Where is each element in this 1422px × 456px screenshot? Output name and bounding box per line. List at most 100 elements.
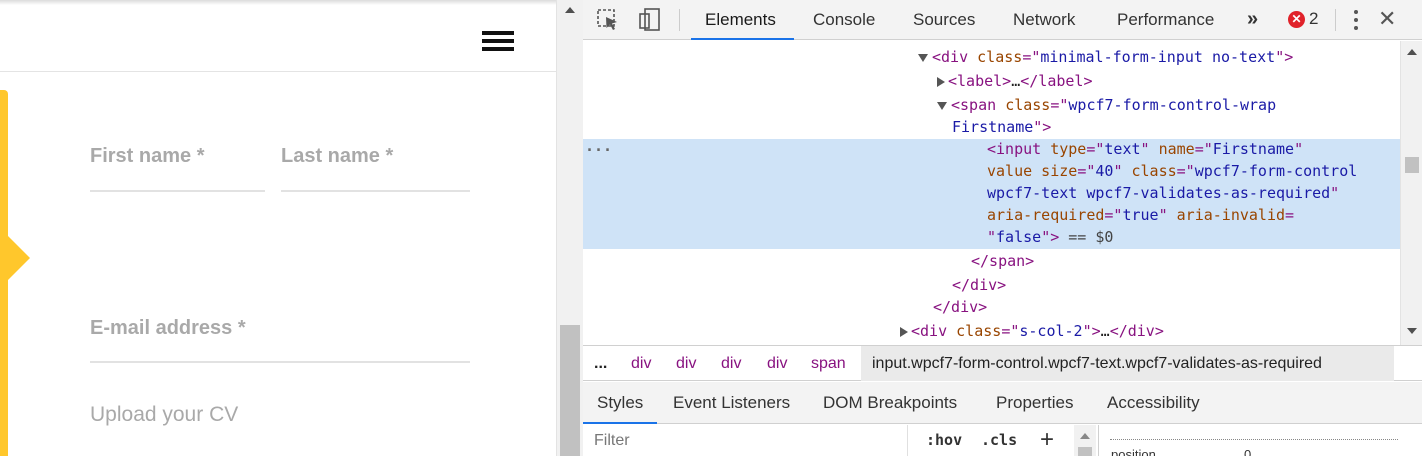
upload-cv-label[interactable]: Upload your CV [90,403,238,427]
tab-styles[interactable]: Styles [582,382,658,424]
dom-node-line[interactable]: <div class="minimal-form-input no-text"> [583,46,1400,68]
dom-token: aria-invalid [1176,206,1286,224]
dom-tree-scroll-thumb[interactable] [1405,157,1419,173]
breadcrumb-item[interactable]: div [721,346,741,381]
dom-token: Firstname [952,118,1034,136]
devtools-panel: Elements Console Sources Network Perform… [582,0,1422,456]
dom-node-line[interactable]: wpcf7-text wpcf7-validates-as-required" [583,182,1400,204]
scroll-down-arrow-icon[interactable] [1407,328,1417,334]
dom-token: 40 [1095,162,1114,180]
dom-node-line[interactable]: value size="40" class="wpcf7-form-contro… [583,160,1400,182]
tab-dom-breakpoints[interactable]: DOM Breakpoints [823,382,957,424]
hamburger-menu-icon[interactable] [482,27,514,53]
scroll-up-arrow-icon[interactable] [1080,433,1090,439]
dom-token: minimal-form-input no-text [1040,48,1276,66]
dom-token: =" [1022,48,1041,66]
dom-token: =" [1050,96,1069,114]
dom-token: " [1140,140,1159,158]
dom-node-line[interactable]: <span class="wpcf7-form-control-wrap [583,94,1400,116]
dom-token: class [1005,96,1051,114]
dom-node-line[interactable]: Firstname"> [583,116,1400,138]
dom-token: wpcf7-form-control [1194,162,1358,180]
tab-properties[interactable]: Properties [996,382,1073,424]
accent-bar [0,90,8,456]
styles-scroll-thumb[interactable] [1078,447,1092,456]
inspect-element-icon[interactable] [597,8,619,32]
cls-button[interactable]: .cls [981,431,1017,449]
devtools-toolbar: Elements Console Sources Network Perform… [583,0,1422,40]
page-scrollbar[interactable] [556,0,583,456]
breadcrumb-item[interactable]: div [676,346,696,381]
tab-elements[interactable]: Elements [691,0,794,40]
dom-token: =" [1194,140,1213,158]
dom-token: "> [1275,48,1294,66]
styles-filter-input[interactable] [583,425,908,456]
device-toolbar-icon[interactable] [639,8,661,32]
dom-token: "> [1033,118,1052,136]
dom-token: " [1294,140,1304,158]
collapse-triangle-icon[interactable] [918,53,928,62]
accent-arrow [8,236,30,280]
box-model-pane: position 0 [1098,425,1422,456]
dom-token: class [1131,162,1177,180]
dom-tree[interactable]: ··· <div class="minimal-form-input no-te… [583,41,1400,345]
page-header [0,5,556,72]
more-options-icon[interactable] [1353,9,1359,31]
breadcrumb-item[interactable]: span [811,346,846,381]
breadcrumb-selected[interactable]: input.wpcf7-form-control.wpcf7-text.wpcf… [861,346,1394,381]
dom-token: =" [1086,140,1105,158]
dom-token: <label> [948,72,1012,90]
dom-node-line[interactable]: </div> [583,274,1400,296]
breadcrumb-item[interactable]: div [767,346,787,381]
expand-triangle-icon[interactable] [937,76,945,87]
tab-network[interactable]: Network [1013,0,1075,40]
dom-token: == $0 [1059,228,1114,246]
dom-token: =" [1104,206,1123,224]
error-icon[interactable]: ✕ [1288,11,1305,28]
breadcrumb-more[interactable]: ... [594,346,607,381]
dom-tree-scrollbar[interactable] [1400,41,1422,345]
scroll-up-arrow-icon[interactable] [565,7,575,13]
dom-token: <span [951,96,1006,114]
close-icon[interactable]: ✕ [1378,6,1396,32]
dom-node-line[interactable]: <label>…</label> [583,70,1400,92]
page-scroll-thumb[interactable] [560,325,580,456]
dom-token: " [1158,206,1177,224]
toolbar-divider [1335,9,1336,31]
tab-sources[interactable]: Sources [913,0,975,40]
dom-token: value size [987,162,1078,180]
dom-node-line[interactable]: <div class="s-col-2">…</div> [583,320,1400,342]
dom-node-line[interactable]: aria-required="true" aria-invalid= [583,204,1400,226]
dom-token: text [1104,140,1141,158]
tab-performance[interactable]: Performance [1117,0,1214,40]
dom-token: </div> [952,276,1007,294]
dom-node-line[interactable]: <input type="text" name="Firstname" [583,138,1400,160]
last-name-field[interactable]: Last name * [281,140,470,192]
collapse-triangle-icon[interactable] [937,101,947,110]
dom-token: </label> [1020,72,1093,90]
dom-node-line[interactable]: </div> [583,296,1400,318]
first-name-field[interactable]: First name * [90,140,265,192]
dom-token: "> [1082,322,1101,340]
tab-console[interactable]: Console [813,0,875,40]
breadcrumb-item[interactable]: div [631,346,651,381]
dom-node-line[interactable]: "false"> == $0 [583,226,1400,248]
dom-node-line[interactable]: </span> [583,250,1400,272]
dom-token: =" [1176,162,1195,180]
tab-event-listeners[interactable]: Event Listeners [673,382,790,424]
dom-token: <div [932,48,978,66]
tab-accessibility[interactable]: Accessibility [1107,382,1200,424]
scroll-up-arrow-icon[interactable] [1407,49,1417,55]
error-count[interactable]: 2 [1309,9,1318,29]
email-field[interactable]: E-mail address * [90,312,470,363]
more-tabs-icon[interactable]: » [1247,8,1258,31]
box-model-value: 0 [1244,447,1252,456]
hov-button[interactable]: :hov [926,431,962,449]
expand-triangle-icon[interactable] [900,326,908,337]
dom-token: </div> [1109,322,1164,340]
dom-token: class [977,48,1023,66]
new-style-rule-button[interactable]: + [1040,426,1054,454]
styles-scrollbar[interactable] [1074,425,1096,456]
last-name-label: Last name * [281,145,394,167]
dom-token: name [1158,140,1195,158]
